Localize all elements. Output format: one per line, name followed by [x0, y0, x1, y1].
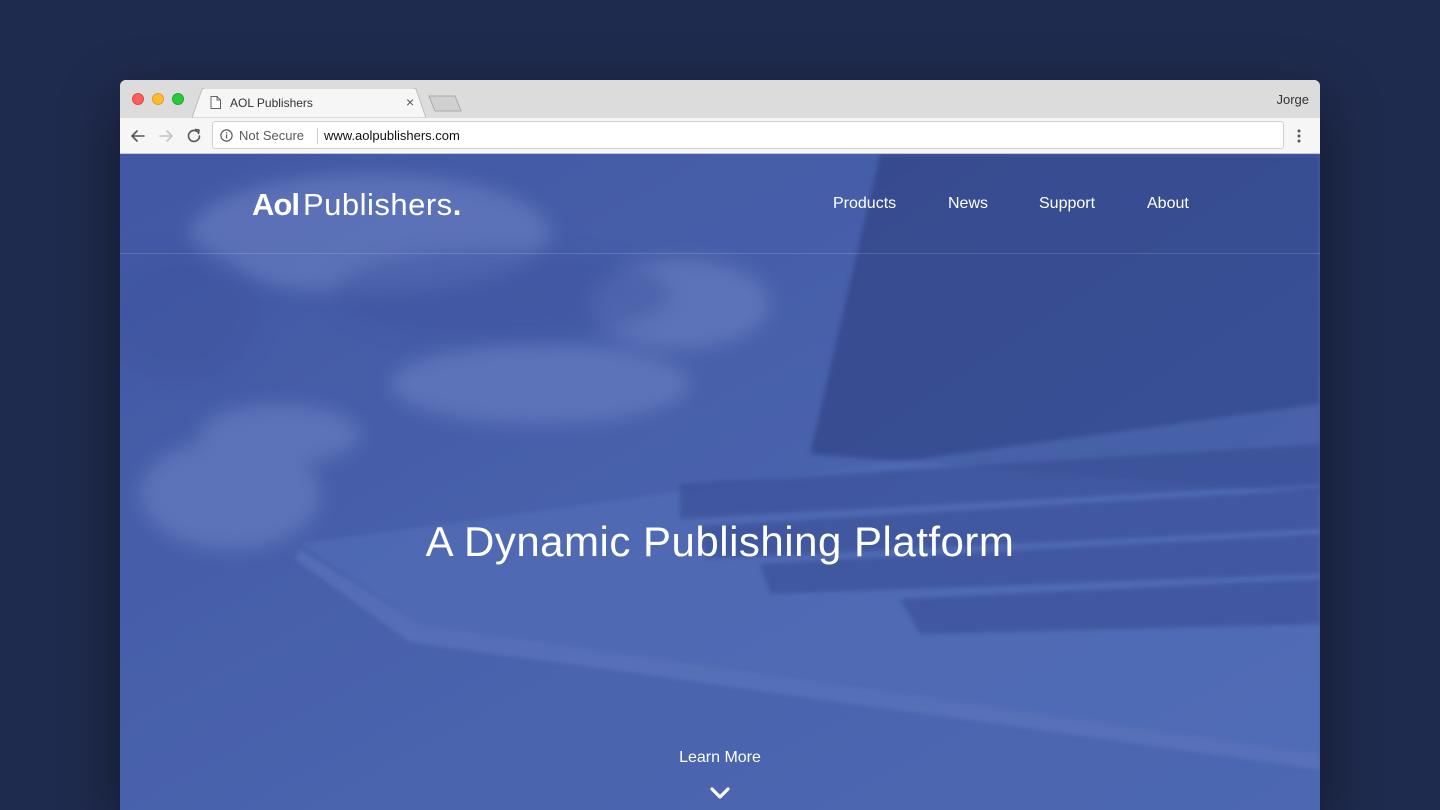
web-page: Aol Publishers. Products News Support Abo… [120, 154, 1320, 810]
tab-close-icon[interactable]: × [406, 95, 414, 109]
logo-aol: Aol [252, 187, 300, 222]
browser-toolbar: Not Secure www.aolpublishers.com [120, 118, 1320, 154]
page-icon [210, 96, 221, 114]
tab-aol-publishers[interactable]: AOL Publishers × [192, 88, 426, 118]
security-label[interactable]: Not Secure [239, 128, 304, 143]
window-minimize-button[interactable] [152, 93, 164, 105]
back-arrow-icon[interactable] [129, 127, 147, 145]
nav-about[interactable]: About [1147, 195, 1189, 213]
address-separator [317, 128, 318, 144]
hero-title: A Dynamic Publishing Platform [425, 518, 1015, 565]
url-text[interactable]: www.aolpublishers.com [324, 128, 460, 143]
profile-name[interactable]: Jorge [1276, 92, 1309, 107]
address-bar[interactable]: Not Secure www.aolpublishers.com [212, 121, 1284, 149]
tab-strip: AOL Publishers × Jorge [120, 80, 1320, 118]
nav-products[interactable]: Products [833, 195, 896, 213]
browser-window: AOL Publishers × Jorge Not Secure www.ao… [120, 80, 1320, 810]
forward-arrow-icon[interactable] [157, 127, 175, 145]
window-close-button[interactable] [132, 93, 144, 105]
logo-dot: . [452, 187, 462, 222]
nav-news[interactable]: News [948, 195, 988, 213]
window-maximize-button[interactable] [172, 93, 184, 105]
more-menu-icon[interactable] [1297, 128, 1301, 144]
logo-publishers: Publishers [302, 187, 453, 222]
learn-more-link[interactable]: Learn More [120, 749, 1320, 767]
chevron-down-icon[interactable] [709, 786, 731, 800]
new-tab-button[interactable] [428, 95, 462, 112]
site-header: Aol Publishers. Products News Support Abo… [120, 154, 1320, 254]
nav-support[interactable]: Support [1039, 195, 1095, 213]
info-icon[interactable] [220, 129, 233, 142]
tab-title: AOL Publishers [230, 96, 313, 110]
aol-publishers-logo[interactable]: Aol Publishers. [252, 185, 461, 225]
reload-icon[interactable] [185, 127, 203, 145]
